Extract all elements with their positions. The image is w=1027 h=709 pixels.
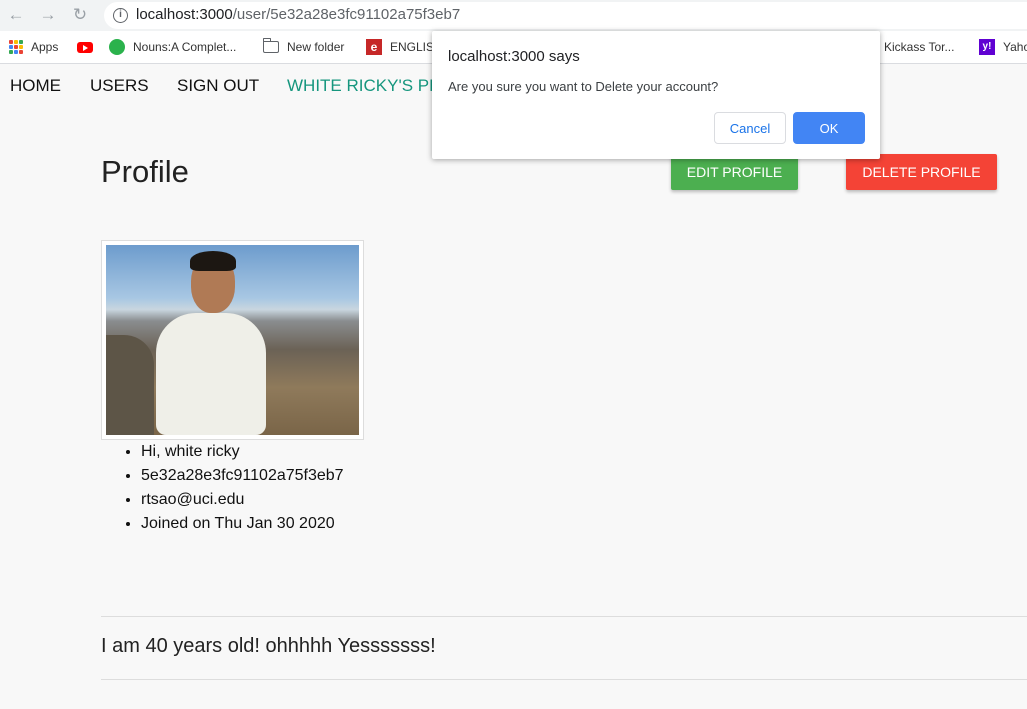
reload-icon[interactable]: ↻: [70, 5, 90, 25]
bookmark-new-folder[interactable]: New folder: [262, 38, 345, 55]
bookmark-apps[interactable]: Apps: [9, 39, 58, 55]
info-icon[interactable]: i: [113, 8, 128, 23]
folder-icon: [262, 38, 279, 53]
green-circle-icon: [109, 39, 125, 55]
bookmark-label: Nouns:A Complet...: [133, 40, 237, 54]
bookmark-kickass[interactable]: Kickass Tor...: [884, 39, 954, 55]
bookmark-label: Apps: [31, 40, 59, 54]
divider-top: [101, 616, 1027, 617]
bookmark-nouns[interactable]: Nouns:A Complet...: [109, 39, 236, 55]
bookmark-youtube[interactable]: [77, 39, 101, 55]
bookmark-english[interactable]: e ENGLIS: [366, 39, 434, 55]
youtube-icon: [77, 41, 93, 53]
photo-rock: [106, 335, 154, 435]
delete-profile-button[interactable]: DELETE PROFILE: [846, 154, 997, 190]
apps-grid-icon: [9, 40, 23, 54]
edit-profile-button[interactable]: EDIT PROFILE: [671, 154, 798, 190]
forward-arrow-icon[interactable]: →: [38, 5, 58, 25]
url-text[interactable]: localhost:3000/user/5e32a28e3fc91102a75f…: [136, 6, 460, 23]
detail-email: rtsao@uci.edu: [141, 490, 344, 514]
bookmark-yahoo[interactable]: y! Yaho: [979, 39, 1027, 55]
detail-greeting: Hi, white ricky: [141, 442, 344, 466]
yahoo-icon: y!: [979, 39, 995, 55]
divider-bottom: [101, 679, 1027, 680]
profile-bio: I am 40 years old! ohhhhh Yesssssss!: [101, 635, 436, 657]
bookmark-label: ENGLIS: [390, 40, 435, 54]
page-title: Profile: [101, 154, 189, 189]
back-arrow-icon[interactable]: ←: [6, 5, 26, 25]
browser-toolbar: ← → ↻ i localhost:3000/user/5e32a28e3fc9…: [0, 0, 1027, 31]
nav-users[interactable]: USERS: [90, 76, 149, 96]
url-path: /user/5e32a28e3fc91102a75f3eb7: [232, 6, 461, 23]
dialog-title: localhost:3000 says: [448, 48, 580, 65]
profile-photo: [106, 245, 359, 435]
dialog-cancel-button[interactable]: Cancel: [714, 112, 786, 144]
detail-joined: Joined on Thu Jan 30 2020: [141, 514, 344, 538]
bookmark-label: Yaho: [1003, 40, 1027, 54]
bookmark-label: New folder: [287, 40, 345, 54]
confirm-dialog: localhost:3000 says Are you sure you wan…: [432, 31, 880, 159]
profile-details-list: Hi, white ricky 5e32a28e3fc91102a75f3eb7…: [141, 442, 344, 538]
detail-user-id: 5e32a28e3fc91102a75f3eb7: [141, 466, 344, 490]
nav-profile[interactable]: WHITE RICKY'S PR: [287, 76, 441, 96]
profile-photo-frame: [101, 240, 364, 440]
dialog-ok-button[interactable]: OK: [793, 112, 865, 144]
photo-person: [156, 313, 266, 435]
bookmark-label: Kickass Tor...: [884, 40, 955, 54]
e-icon: e: [366, 39, 382, 55]
nav-sign-out[interactable]: SIGN OUT: [177, 76, 259, 96]
nav-home[interactable]: HOME: [10, 76, 61, 96]
url-host: localhost:3000: [136, 6, 233, 23]
photo-hair: [190, 251, 236, 271]
address-bar[interactable]: i localhost:3000/user/5e32a28e3fc91102a7…: [104, 2, 1027, 29]
dialog-message: Are you sure you want to Delete your acc…: [448, 79, 719, 94]
